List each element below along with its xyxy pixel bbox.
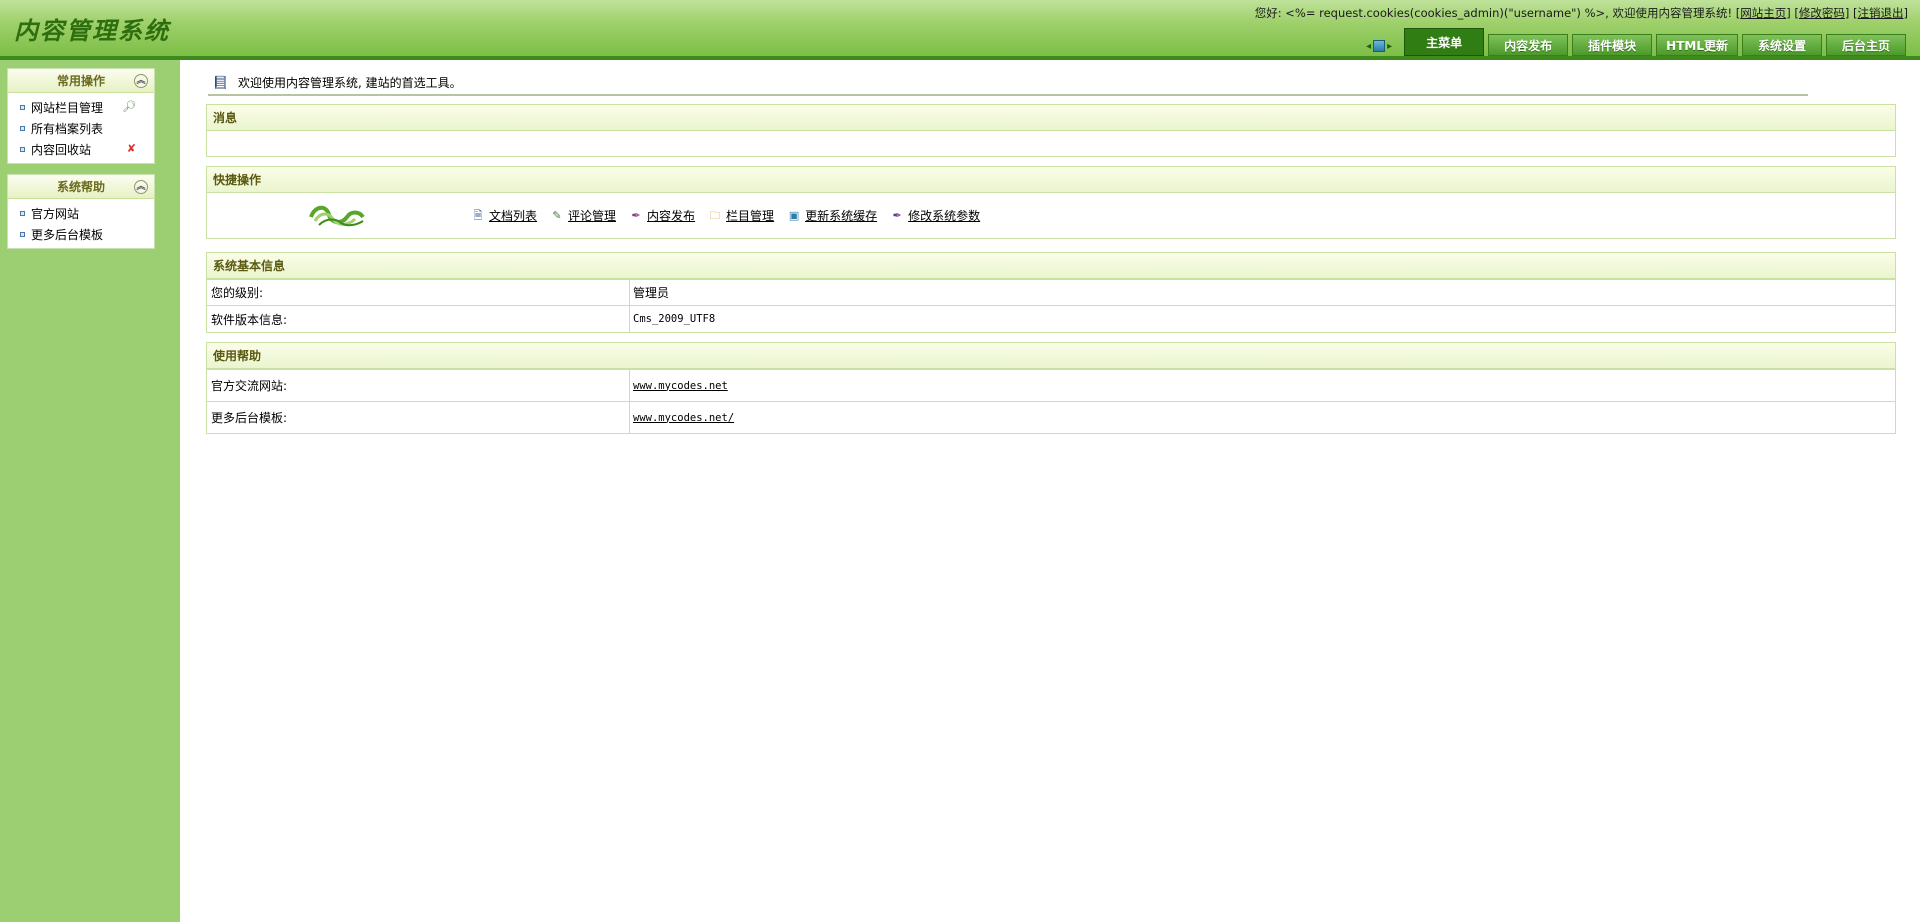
quick-link-refresh-cache[interactable]: ▣ 更新系统缓存 — [786, 207, 877, 224]
sidebar-item-label: 官方网站 — [31, 207, 80, 221]
official-site-link[interactable]: www.mycodes.net — [633, 380, 728, 392]
top-nav: ◂ ▸ 主菜单 内容发布 插件模块 HTML更新 系统设置 后台主页 — [1362, 28, 1906, 56]
sidebar-item-more-templates[interactable]: 更多后台模板 — [8, 224, 154, 245]
bullet-icon — [20, 147, 25, 152]
row-value: 管理员 — [633, 286, 670, 300]
app-logo: 内容管理系统 — [14, 16, 170, 45]
settings-pen-icon: ✒︎ — [892, 209, 902, 222]
quick-links: 🗎︎ 文档列表 ✎ 评论管理 ✒︎ 内容发布 🗀︎ 栏目管理 ▣ 更新系统缓存 … — [470, 207, 992, 224]
quick-link-label: 更新系统缓存 — [805, 209, 878, 223]
panel-common-ops: 常用操作 ︽ 网站栏目管理 🔎︎ 所有档案列表 内容回收站 ✘ — [7, 68, 155, 164]
sidebar-item-official-site[interactable]: 官方网站 — [8, 203, 154, 224]
tab-main-menu[interactable]: 主菜单 — [1404, 28, 1485, 56]
welcome-message: 您好: <%= request.cookies(cookies_admin)("… — [1254, 6, 1736, 20]
row-label: 软件版本信息: — [207, 306, 630, 332]
bullet-icon — [20, 211, 25, 216]
bullet-icon — [20, 105, 25, 110]
sidebar-item-label: 所有档案列表 — [31, 122, 104, 136]
section-title: 消息 — [207, 105, 1895, 131]
row-label: 您的级别: — [207, 280, 630, 305]
table-row: 官方交流网站: www.mycodes.net — [207, 369, 1895, 401]
refresh-icon: ▣ — [788, 209, 800, 222]
table-row: 您的级别: 管理员 — [207, 279, 1895, 305]
change-password-link[interactable]: 修改密码 — [1799, 6, 1845, 20]
pen-icon: ✒︎ — [631, 209, 641, 222]
chevron-right-icon: ▸ — [1387, 40, 1393, 52]
sidebar-item-category-manage[interactable]: 网站栏目管理 🔎︎ — [8, 97, 154, 118]
quick-link-label: 修改系统参数 — [908, 209, 981, 223]
section-title: 快捷操作 — [207, 167, 1895, 193]
folder-icon: 🗀︎ — [709, 209, 721, 222]
quick-link-system-params[interactable]: ✒︎ 修改系统参数 — [889, 207, 980, 224]
row-value: www.mycodes.net — [630, 370, 1895, 401]
quick-ops-body: 🗎︎ 文档列表 ✎ 评论管理 ✒︎ 内容发布 🗀︎ 栏目管理 ▣ 更新系统缓存 … — [207, 193, 1895, 238]
panel-title: 系统帮助 — [56, 180, 105, 194]
comment-icon: ✎ — [552, 209, 562, 222]
bullet-icon — [20, 126, 25, 131]
table-row: 软件版本信息: Cms_2009_UTF8 — [207, 305, 1895, 332]
row-label: 更多后台模板: — [207, 402, 630, 433]
tab-content-publish[interactable]: 内容发布 — [1488, 34, 1569, 56]
help-section: 使用帮助 官方交流网站: www.mycodes.net 更多后台模板: www… — [206, 342, 1896, 434]
greeting-text: 欢迎使用内容管理系统, 建站的首选工具。 — [238, 75, 462, 90]
bullet-icon — [20, 232, 25, 237]
toggle-icon — [1373, 40, 1386, 52]
tab-html-update[interactable]: HTML更新 — [1656, 34, 1738, 56]
quick-link-label: 栏目管理 — [726, 209, 775, 223]
panel-header: 系统帮助 ︽ — [8, 175, 154, 199]
row-label: 官方交流网站: — [207, 370, 630, 401]
tab-system-settings[interactable]: 系统设置 — [1742, 34, 1822, 56]
system-info-section: 系统基本信息 您的级别: 管理员 软件版本信息: Cms_2009_UTF8 — [206, 252, 1896, 333]
home-link[interactable]: 网站主页 — [1740, 6, 1786, 20]
sidebar-item-label: 网站栏目管理 — [31, 101, 104, 115]
quick-link-comments[interactable]: ✎ 评论管理 — [549, 207, 616, 224]
tab-admin-home[interactable]: 后台主页 — [1826, 34, 1906, 56]
quick-link-publish[interactable]: ✒︎ 内容发布 — [628, 207, 695, 224]
welcome-text: 您好: <%= request.cookies(cookies_admin)("… — [1254, 6, 1908, 20]
sidebar: 常用操作 ︽ 网站栏目管理 🔎︎ 所有档案列表 内容回收站 ✘ 系统帮助 ︽ 官… — [0, 60, 180, 922]
collapse-icon[interactable]: ︽ — [134, 180, 148, 194]
panel-system-help: 系统帮助 ︽ 官方网站 更多后台模板 — [7, 174, 155, 249]
quick-link-categories[interactable]: 🗀︎ 栏目管理 — [707, 207, 775, 224]
quick-ops-section: 快捷操作 🗎︎ 文档列表 ✎ 评论管理 ✒︎ 内容发布 🗀︎ 栏目管理 ▣ 更新… — [206, 166, 1896, 239]
quick-link-label: 评论管理 — [568, 209, 617, 223]
book-icon: 📘︎ — [212, 76, 229, 91]
panel-header: 常用操作 ︽ — [8, 69, 154, 93]
logout-link[interactable]: 注销退出 — [1858, 6, 1904, 20]
swirl-logo-icon — [309, 205, 365, 227]
document-icon: 🗎︎ — [473, 209, 483, 222]
tab-plugins[interactable]: 插件模块 — [1572, 34, 1653, 56]
collapse-icon[interactable]: ︽ — [134, 74, 148, 88]
table-row: 更多后台模板: www.mycodes.net/ — [207, 401, 1895, 433]
more-templates-link[interactable]: www.mycodes.net/ — [633, 412, 734, 424]
section-title: 系统基本信息 — [207, 253, 1895, 279]
panel-title: 常用操作 — [56, 74, 105, 88]
sidebar-item-all-archives[interactable]: 所有档案列表 — [8, 118, 154, 139]
delete-icon[interactable]: ✘ — [127, 142, 136, 155]
sidebar-item-label: 更多后台模板 — [31, 228, 104, 242]
sidebar-item-label: 内容回收站 — [31, 143, 92, 157]
greeting-bar: 📘︎ 欢迎使用内容管理系统, 建站的首选工具。 — [208, 70, 1808, 96]
view-icon[interactable]: 🔎︎ — [122, 100, 136, 113]
row-value: Cms_2009_UTF8 — [633, 313, 716, 325]
messages-body — [207, 131, 1895, 156]
section-title: 使用帮助 — [207, 343, 1895, 369]
chevron-left-icon: ◂ — [1366, 40, 1372, 52]
sidebar-toggle[interactable]: ◂ ▸ — [1362, 36, 1396, 56]
quick-link-doc-list[interactable]: 🗎︎ 文档列表 — [470, 207, 537, 224]
header-bar: 内容管理系统 您好: <%= request.cookies(cookies_a… — [0, 0, 1920, 60]
quick-link-label: 文档列表 — [489, 209, 538, 223]
sidebar-item-recycle-bin[interactable]: 内容回收站 ✘ — [8, 139, 154, 160]
row-value: www.mycodes.net/ — [630, 402, 1895, 433]
messages-section: 消息 — [206, 104, 1896, 157]
quick-link-label: 内容发布 — [647, 209, 696, 223]
